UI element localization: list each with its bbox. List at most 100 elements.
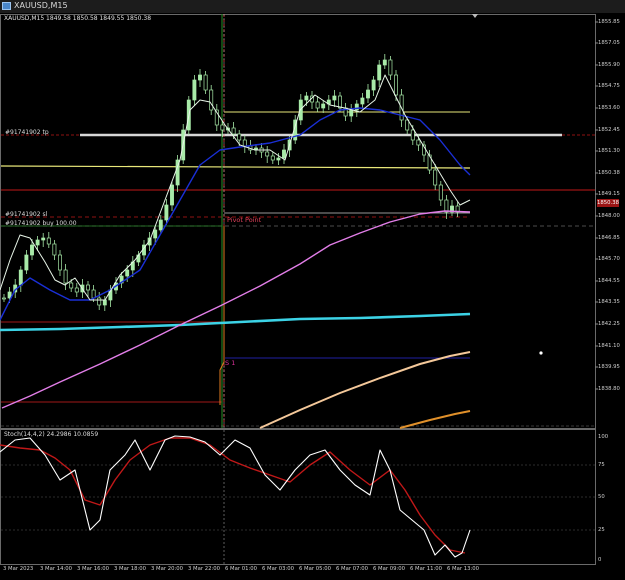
ma-orange-line bbox=[399, 410, 471, 429]
candlesticks bbox=[2, 54, 460, 311]
candle-body bbox=[332, 95, 337, 101]
chart-shift-marker[interactable] bbox=[472, 14, 478, 18]
stochastic-lines bbox=[0, 435, 471, 558]
time-tick-label: 6 Mar 01:00 bbox=[225, 566, 257, 572]
price-tick-label: 1853.60 bbox=[598, 105, 620, 111]
candle-body bbox=[270, 155, 275, 161]
cursor-dot bbox=[539, 351, 543, 355]
ma-peach-line bbox=[259, 351, 471, 429]
time-tick-label: 6 Mar 09:00 bbox=[373, 566, 405, 572]
candle-body bbox=[360, 97, 365, 105]
candle-body bbox=[192, 79, 197, 101]
candle-body bbox=[231, 127, 236, 135]
candle-body bbox=[158, 219, 163, 231]
candle-body bbox=[242, 139, 247, 147]
candle-body bbox=[349, 109, 354, 117]
candle-body bbox=[153, 229, 158, 239]
main-plot-border bbox=[0, 14, 596, 429]
candle-body bbox=[209, 89, 214, 111]
price-tick-label: 1846.85 bbox=[598, 235, 620, 241]
price-tick-label: 1842.25 bbox=[598, 321, 620, 327]
chart-header: XAUUSD,M15 1849.58 1850.58 1849.55 1850.… bbox=[4, 15, 152, 22]
candle-body bbox=[46, 237, 51, 245]
price-tick-label: 1851.30 bbox=[598, 148, 620, 154]
candle-body bbox=[388, 59, 393, 76]
price-tick-label: 1855.85 bbox=[598, 19, 620, 25]
price-tick-label: 1849.15 bbox=[598, 191, 620, 197]
candle-body bbox=[2, 297, 6, 300]
stoch-main-line bbox=[0, 435, 471, 558]
candle-body bbox=[102, 299, 107, 306]
price-tick-label: 1838.80 bbox=[598, 386, 620, 392]
static-lines bbox=[0, 14, 598, 564]
candle-body bbox=[91, 289, 96, 299]
candle-body bbox=[35, 239, 40, 246]
price-tick-label: 1848.00 bbox=[598, 213, 620, 219]
price-tick-label: 1843.35 bbox=[598, 299, 620, 305]
candle-body bbox=[438, 184, 443, 201]
order-buy-label[interactable]: #91741902 buy 100.00 bbox=[5, 220, 77, 227]
price-tick-label: 1844.55 bbox=[598, 278, 620, 284]
order-tp-label[interactable]: #91741902 tp bbox=[5, 129, 49, 136]
order-sl-label[interactable]: #91741902 sl bbox=[5, 211, 47, 218]
stoch-level-label: 50 bbox=[598, 494, 605, 500]
price-tick-label: 1839.95 bbox=[598, 364, 620, 370]
candle-body bbox=[410, 129, 415, 141]
candle-body bbox=[203, 74, 208, 91]
s1-label: S 1 bbox=[225, 359, 236, 367]
stoch-level-label: 25 bbox=[598, 527, 605, 533]
ma-magenta-line bbox=[1, 210, 471, 409]
yellow-level-lower bbox=[0, 165, 471, 169]
candle-body bbox=[444, 199, 449, 213]
candle-body bbox=[416, 139, 421, 146]
candle-body bbox=[220, 124, 225, 131]
time-tick-label: 3 Mar 20:00 bbox=[151, 566, 183, 572]
candle-body bbox=[58, 254, 62, 271]
price-tick-label: 1845.70 bbox=[598, 256, 620, 262]
candle-body bbox=[86, 284, 90, 291]
candle-body bbox=[237, 133, 242, 141]
chart-canvas[interactable] bbox=[0, 13, 625, 580]
candle-body bbox=[371, 79, 376, 91]
stoch-level-label: 0 bbox=[598, 557, 602, 563]
candle-body bbox=[24, 254, 29, 271]
candle-body bbox=[377, 64, 382, 81]
stoch-level-label: 75 bbox=[598, 462, 605, 468]
time-tick-label: 3 Mar 18:00 bbox=[114, 566, 146, 572]
stoch-signal-line bbox=[0, 437, 466, 554]
candle-body bbox=[315, 101, 320, 109]
chart-window[interactable]: XAUUSD,M15 1849.58 1850.58 1849.55 1850.… bbox=[0, 13, 625, 580]
candle-body bbox=[338, 95, 342, 109]
candle-body bbox=[18, 269, 23, 286]
candle-body bbox=[394, 74, 398, 96]
candle-body bbox=[276, 157, 281, 161]
time-tick-label: 6 Mar 11:00 bbox=[410, 566, 442, 572]
time-tick-label: 6 Mar 05:00 bbox=[299, 566, 331, 572]
candle-body bbox=[125, 269, 130, 277]
candle-body bbox=[282, 149, 286, 159]
price-tick-label: 1841.10 bbox=[598, 343, 620, 349]
candle-body bbox=[69, 282, 74, 289]
time-tick-label: 3 Mar 22:00 bbox=[188, 566, 220, 572]
ma-fast-line bbox=[0, 74, 471, 301]
candle-body bbox=[170, 184, 174, 206]
candle-body bbox=[63, 269, 68, 284]
stoch-level-label: 100 bbox=[598, 434, 609, 440]
candle-body bbox=[366, 89, 370, 99]
price-tick-label: 1855.90 bbox=[598, 62, 620, 68]
time-tick-label: 3 Mar 2023 bbox=[3, 566, 34, 572]
time-tick-label: 6 Mar 07:00 bbox=[336, 566, 368, 572]
candle-body bbox=[265, 151, 270, 157]
time-tick-label: 3 Mar 16:00 bbox=[77, 566, 109, 572]
pivot-point-label: Pivot Point bbox=[227, 216, 262, 224]
time-tick-label: 6 Mar 13:00 bbox=[447, 566, 479, 572]
candle-body bbox=[321, 103, 326, 109]
chart-window-icon bbox=[2, 2, 11, 10]
candle-body bbox=[433, 169, 438, 186]
candle-body bbox=[74, 287, 79, 293]
current-price-box: 1850.38 bbox=[597, 199, 619, 207]
window-titlebar: XAUUSD,M15 bbox=[0, 0, 625, 14]
candle-body bbox=[164, 204, 169, 221]
candle-body bbox=[97, 297, 102, 306]
price-tick-label: 1857.05 bbox=[598, 40, 620, 46]
